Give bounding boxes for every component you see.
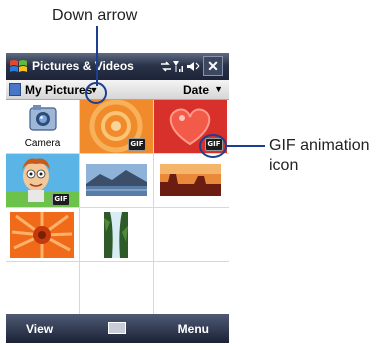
menu-softkey[interactable]: Menu xyxy=(178,322,209,336)
sort-dropdown-arrow-icon[interactable]: ▼ xyxy=(214,84,223,94)
gif-callout-line1: GIF animation xyxy=(269,137,370,154)
title-bar: Pictures & Videos ✕ xyxy=(6,53,229,80)
thumbnail-grid: Camera GIF GIF GIF xyxy=(6,100,229,314)
thumbnail-lake[interactable] xyxy=(80,154,153,207)
thumbnail-desert[interactable] xyxy=(154,154,227,207)
thumbnail-orange-swirl[interactable]: GIF xyxy=(80,100,153,153)
folder-label[interactable]: My Pictures xyxy=(25,83,92,97)
softkey-bar: View Menu xyxy=(6,314,229,343)
desert-image-icon xyxy=(154,154,227,207)
connectivity-icon xyxy=(161,61,171,72)
thumbnail-flower[interactable] xyxy=(6,208,79,261)
down-arrow-highlight-ring xyxy=(85,82,107,104)
view-softkey[interactable]: View xyxy=(26,322,53,336)
sort-label[interactable]: Date xyxy=(183,83,209,97)
volume-icon xyxy=(187,62,200,71)
gif-badge-icon: GIF xyxy=(128,138,146,151)
down-arrow-leader-line xyxy=(96,26,98,86)
camera-label: Camera xyxy=(24,138,61,149)
signal-icon xyxy=(173,61,183,72)
folder-bar: My Pictures ▼ Date ▼ xyxy=(6,80,229,100)
thumbnail-waterfall[interactable] xyxy=(80,208,153,261)
device-screen: Pictures & Videos ✕ My Pictures ▼ Date ▼ xyxy=(6,53,229,343)
keyboard-icon[interactable] xyxy=(108,322,126,334)
close-button[interactable]: ✕ xyxy=(203,56,223,76)
gif-highlight-ring xyxy=(199,134,227,158)
lake-image-icon xyxy=(80,154,153,207)
camera-icon xyxy=(29,105,57,131)
thumbnail-cartoon[interactable]: GIF xyxy=(6,154,79,207)
waterfall-image-icon xyxy=(80,208,153,261)
down-arrow-callout: Down arrow xyxy=(52,7,138,24)
flower-image-icon xyxy=(6,208,79,261)
camera-cell[interactable]: Camera xyxy=(6,100,79,153)
folder-icon xyxy=(9,83,21,96)
gif-callout-line2: icon xyxy=(269,157,299,174)
windows-start-icon[interactable] xyxy=(9,57,28,76)
status-icons[interactable] xyxy=(159,57,201,76)
window-title: Pictures & Videos xyxy=(32,59,134,73)
gif-badge-icon: GIF xyxy=(52,193,70,206)
gif-leader-line xyxy=(227,145,265,147)
